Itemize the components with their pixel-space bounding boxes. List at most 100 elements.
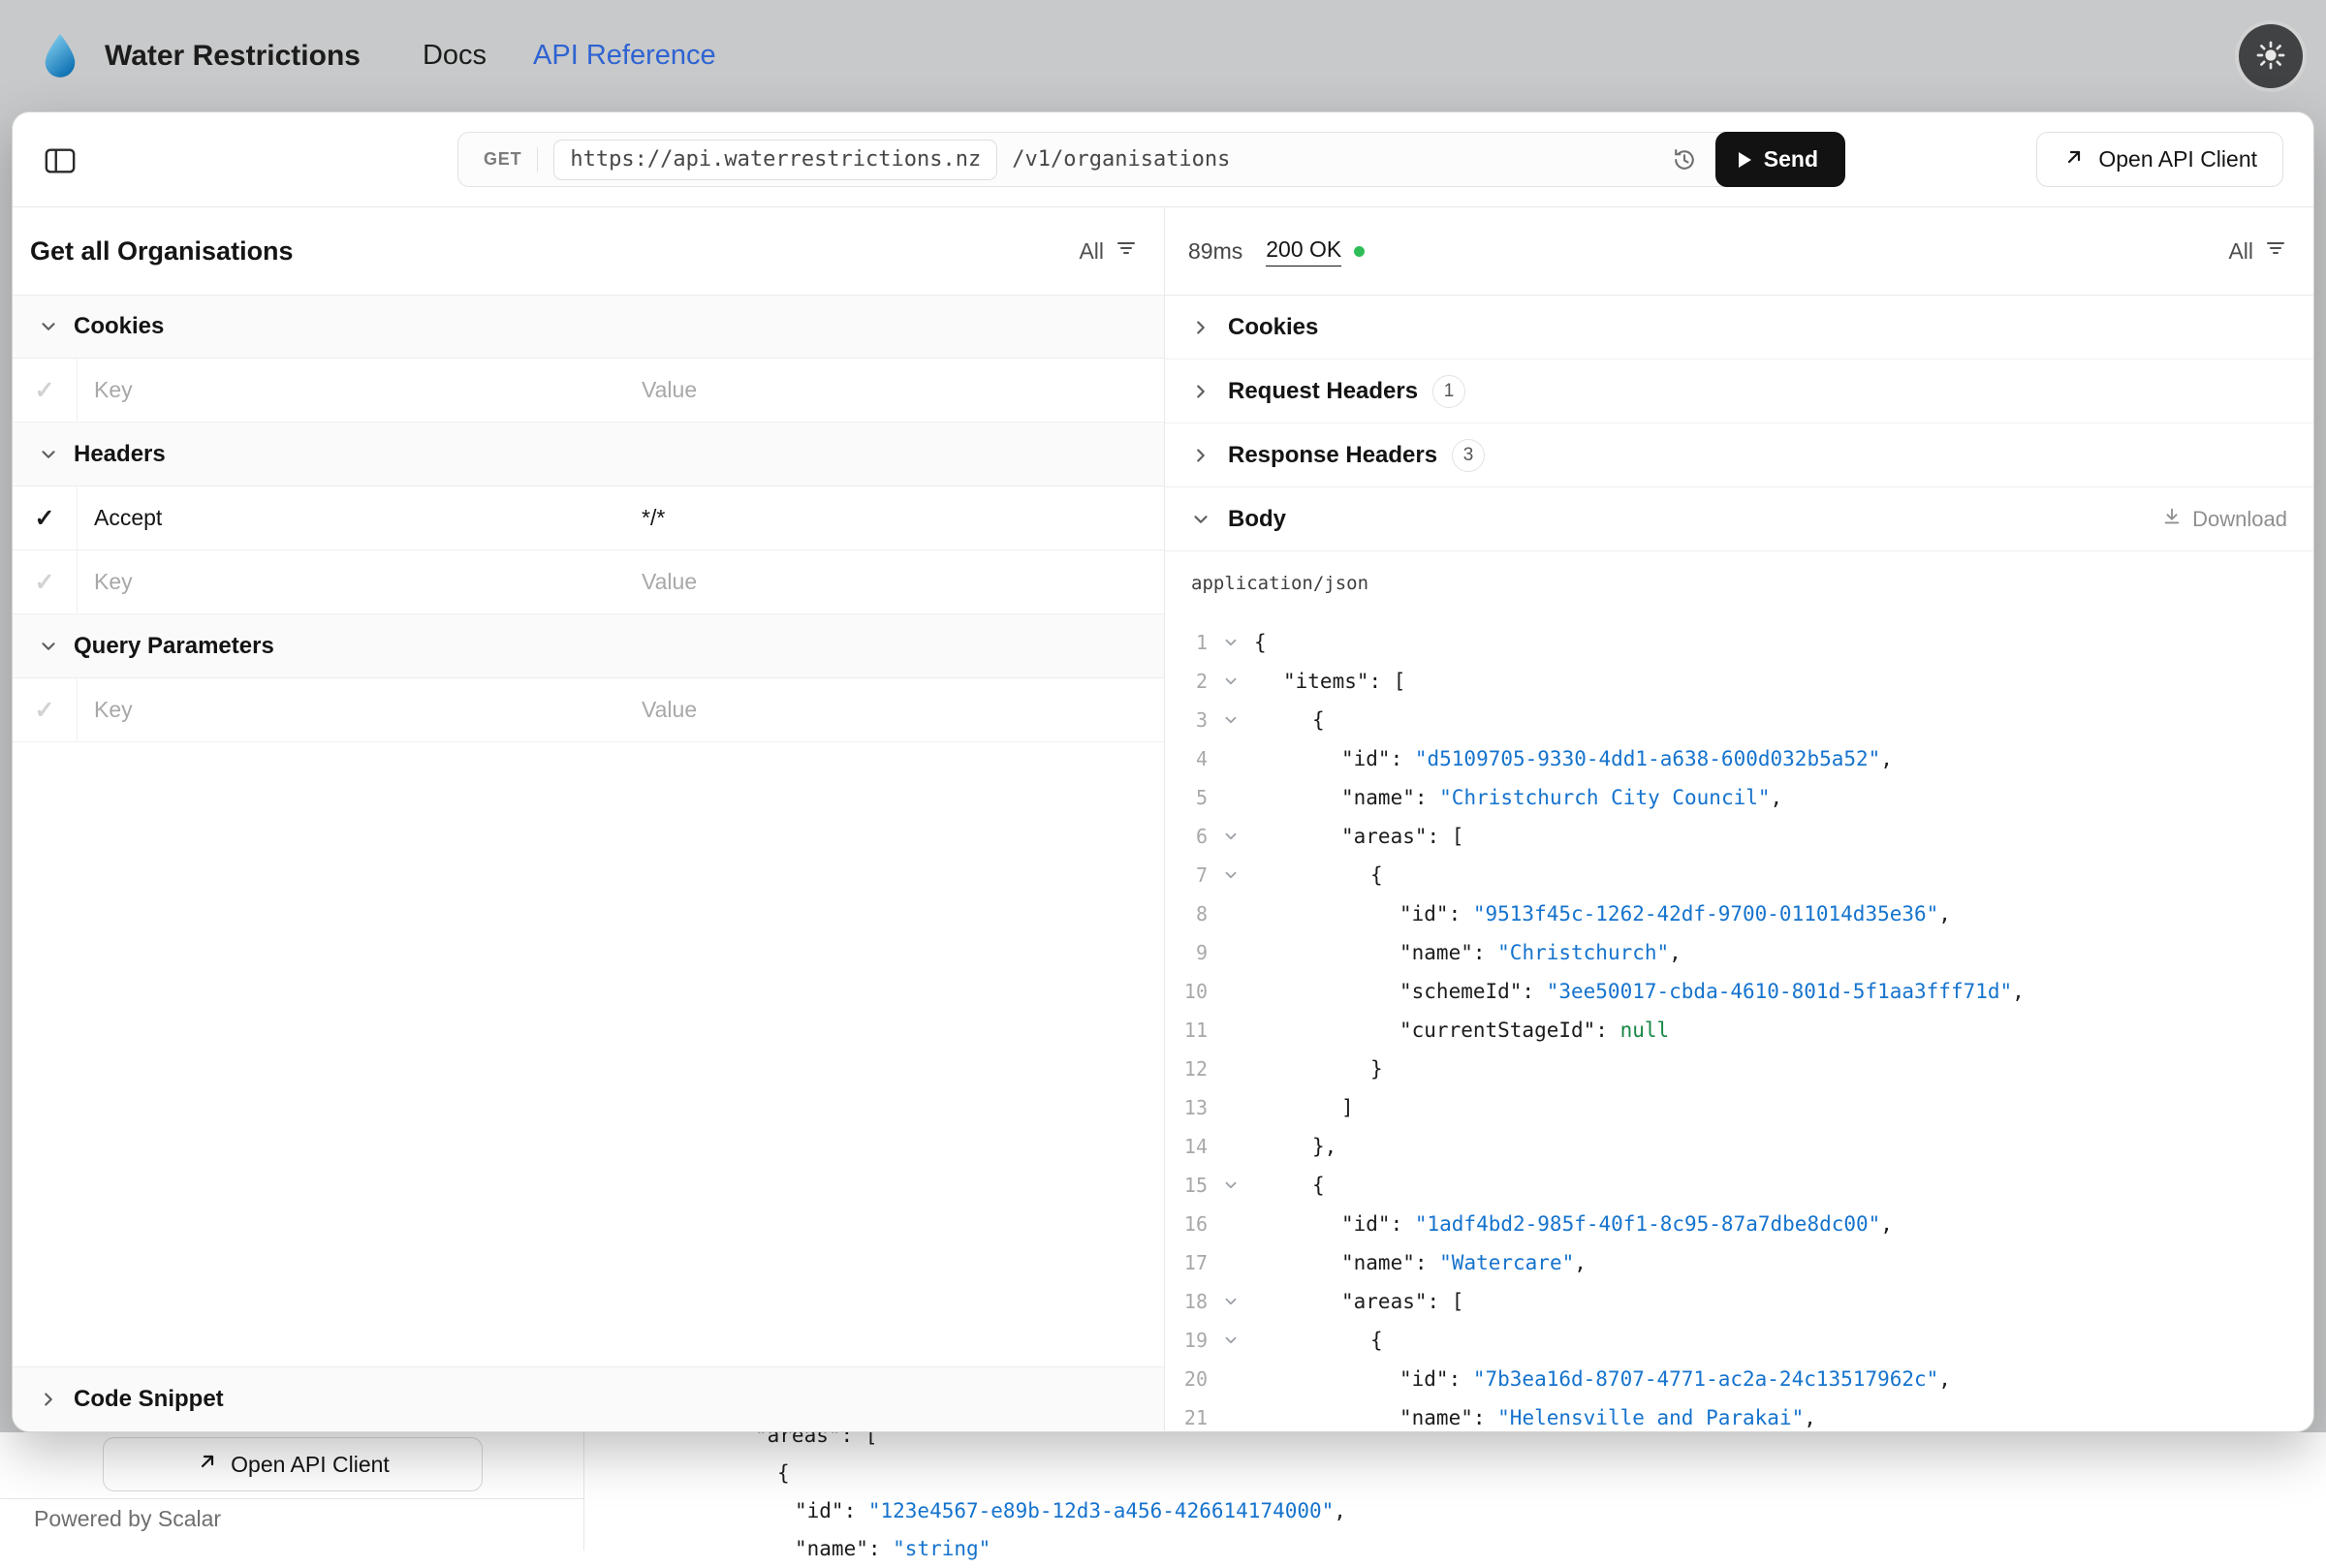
- key-input[interactable]: [78, 678, 620, 741]
- value-input[interactable]: [620, 486, 1164, 549]
- code-line: 9"name": "Christchurch",: [1165, 933, 2313, 972]
- line-number: 12: [1165, 1057, 1208, 1081]
- value-input[interactable]: [620, 359, 1164, 422]
- response-duration: 89ms: [1188, 238, 1242, 265]
- address-bar[interactable]: GET https://api.waterrestrictions.nz /v1…: [457, 132, 1845, 187]
- fold-chevron-icon[interactable]: [1208, 634, 1254, 651]
- request-filter-button[interactable]: All: [1079, 236, 1138, 266]
- code-line: 21"name": "Helensville and Parakai",: [1165, 1398, 2313, 1432]
- line-number: 18: [1165, 1290, 1208, 1313]
- line-number: 11: [1165, 1019, 1208, 1042]
- fold-chevron-icon[interactable]: [1208, 1293, 1254, 1310]
- water-drop-icon: [41, 33, 79, 79]
- code-line: 18"areas": [: [1165, 1282, 2313, 1321]
- chevron-right-icon: [1190, 381, 1211, 402]
- line-number: 17: [1165, 1251, 1208, 1274]
- code-line: 6"areas": [: [1165, 817, 2313, 856]
- line-number: 15: [1165, 1174, 1208, 1197]
- response-status: 200 OK: [1266, 236, 1341, 267]
- response-section-response-headers[interactable]: Response Headers 3: [1165, 423, 2313, 487]
- row-enabled-checkbox[interactable]: ✓: [13, 550, 78, 613]
- fold-chevron-icon[interactable]: [1208, 673, 1254, 690]
- external-link-icon: [2062, 145, 2086, 174]
- open-api-client-button-sidebar[interactable]: Open API Client: [103, 1437, 483, 1491]
- nav-link-docs[interactable]: Docs: [423, 40, 487, 72]
- query-param-row: ✓: [13, 678, 1164, 742]
- path-field[interactable]: /v1/organisations: [1012, 147, 1230, 172]
- code-line: 11"currentStageId": null: [1165, 1011, 2313, 1050]
- sidebar-divider: [583, 1432, 584, 1551]
- line-number: 20: [1165, 1367, 1208, 1391]
- code-line: 1{: [1165, 623, 2313, 662]
- theme-toggle-button[interactable]: [2239, 24, 2303, 88]
- response-section-body[interactable]: Body Download: [1165, 487, 2313, 551]
- cookie-row: ✓: [13, 359, 1164, 423]
- base-url-field[interactable]: https://api.waterrestrictions.nz: [553, 140, 997, 180]
- code-line: 5"name": "Christchurch City Council",: [1165, 778, 2313, 817]
- response-section-cookies[interactable]: Cookies: [1165, 296, 2313, 360]
- code-line: 2"items": [: [1165, 662, 2313, 701]
- sidebar-toggle-button[interactable]: [42, 142, 79, 179]
- sun-icon: [2255, 40, 2286, 74]
- play-icon: [1739, 152, 1751, 168]
- code-line: 17"name": "Watercare",: [1165, 1243, 2313, 1282]
- filter-icon: [1115, 236, 1138, 266]
- fold-chevron-icon[interactable]: [1208, 1332, 1254, 1349]
- line-number: 21: [1165, 1406, 1208, 1429]
- value-input[interactable]: [620, 678, 1164, 741]
- top-nav: Water Restrictions Docs API Reference: [0, 0, 2326, 111]
- content-type-label: application/json: [1165, 551, 2313, 615]
- key-input[interactable]: [78, 550, 620, 613]
- code-line: 4"id": "d5109705-9330-4dd1-a638-600d032b…: [1165, 739, 2313, 778]
- code-line: 13]: [1165, 1088, 2313, 1127]
- row-enabled-checkbox[interactable]: ✓: [13, 678, 78, 741]
- fold-chevron-icon[interactable]: [1208, 866, 1254, 884]
- chevron-down-icon: [38, 636, 59, 657]
- code-line: {: [755, 1455, 1346, 1492]
- docs-code-example: "areas": [{"id": "123e4567-e89b-12d3-a45…: [755, 1417, 1346, 1568]
- history-icon[interactable]: [1671, 146, 1698, 173]
- brand-title[interactable]: Water Restrictions: [105, 40, 361, 73]
- chevron-down-icon: [38, 316, 59, 337]
- row-enabled-checkbox[interactable]: ✓: [13, 486, 78, 549]
- section-header-code-snippet[interactable]: Code Snippet: [13, 1366, 1164, 1430]
- row-enabled-checkbox[interactable]: ✓: [13, 359, 78, 422]
- download-button[interactable]: Download: [2161, 506, 2287, 533]
- line-number: 7: [1165, 863, 1208, 887]
- request-toolbar: GET https://api.waterrestrictions.nz /v1…: [13, 112, 2313, 207]
- section-header-query-parameters[interactable]: Query Parameters: [13, 614, 1164, 678]
- chevron-right-icon: [1190, 317, 1211, 338]
- code-line: 7{: [1165, 856, 2313, 894]
- fold-chevron-icon[interactable]: [1208, 711, 1254, 729]
- value-input[interactable]: [620, 550, 1164, 613]
- chevron-right-icon: [1190, 445, 1211, 466]
- open-api-client-button[interactable]: Open API Client: [2036, 132, 2283, 187]
- code-line: 3{: [1165, 701, 2313, 739]
- line-number: 5: [1165, 786, 1208, 809]
- send-button[interactable]: Send: [1715, 132, 1845, 187]
- code-line: 15{: [1165, 1166, 2313, 1205]
- api-client-modal: GET https://api.waterrestrictions.nz /v1…: [12, 111, 2314, 1432]
- nav-link-api-reference[interactable]: API Reference: [533, 40, 716, 72]
- filter-icon: [2264, 236, 2287, 266]
- code-line: 10"schemeId": "3ee50017-cbda-4610-801d-5…: [1165, 972, 2313, 1011]
- key-input[interactable]: [78, 359, 620, 422]
- response-panel: 89ms 200 OK All: [1165, 207, 2313, 1430]
- line-number: 1: [1165, 631, 1208, 654]
- key-input[interactable]: [78, 486, 620, 549]
- count-badge: 3: [1452, 439, 1485, 472]
- fold-chevron-icon[interactable]: [1208, 1176, 1254, 1194]
- method-badge[interactable]: GET: [458, 149, 537, 170]
- download-icon: [2161, 506, 2183, 533]
- line-number: 16: [1165, 1212, 1208, 1236]
- section-header-headers[interactable]: Headers: [13, 423, 1164, 486]
- status-green-dot: [1354, 246, 1365, 257]
- fold-chevron-icon[interactable]: [1208, 828, 1254, 845]
- response-filter-button[interactable]: All: [2228, 236, 2287, 266]
- response-section-request-headers[interactable]: Request Headers 1: [1165, 360, 2313, 423]
- line-number: 3: [1165, 708, 1208, 732]
- section-header-cookies[interactable]: Cookies: [13, 295, 1164, 359]
- address-divider: [537, 147, 538, 172]
- line-number: 4: [1165, 747, 1208, 770]
- code-line: 8"id": "9513f45c-1262-42df-9700-011014d3…: [1165, 894, 2313, 933]
